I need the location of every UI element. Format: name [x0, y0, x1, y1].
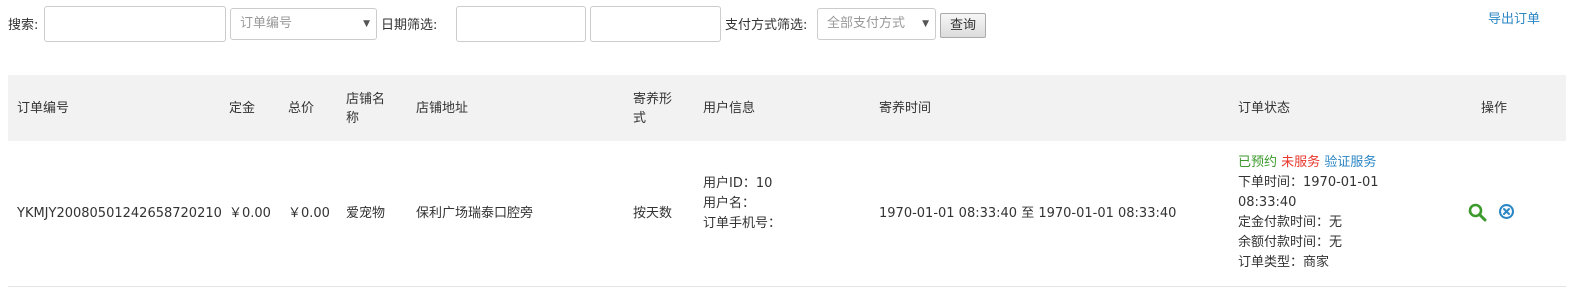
order-time-continued: 08:33:40 [1238, 195, 1297, 210]
deposit-cell: ￥0.00 [229, 206, 271, 221]
order-field-select-value: 订单编号 [240, 16, 293, 31]
query-button[interactable]: 查询 [940, 13, 986, 38]
store-address-cell: 保利广场瑞泰口腔旁 [416, 206, 534, 221]
user-id: 用户ID：10 [703, 176, 773, 191]
header-boarding-time: 寄养时间 [879, 101, 932, 116]
date-start-input[interactable] [456, 6, 586, 42]
status-line: 已预约 未服务 验证服务 [1238, 153, 1376, 173]
status-unserved-badge: 未服务 [1281, 155, 1321, 170]
header-user-info: 用户信息 [703, 101, 756, 116]
table-row: YKMJY20080501242658720210 ￥0.00 ￥0.00 爱宠… [8, 141, 1566, 287]
table-header: 订单编号 定金 总价 店铺名称 店铺地址 寄养形式 用户信息 寄养时间 订单状态… [8, 75, 1566, 141]
user-phone: 订单手机号： [703, 216, 782, 231]
header-store-name: 店铺名称 [346, 92, 386, 126]
order-type: 订单类型：商家 [1238, 255, 1330, 270]
store-name-cell: 爱宠物 [346, 206, 386, 221]
payment-method-select-value: 全部支付方式 [827, 16, 906, 31]
order-no-cell: YKMJY20080501242658720210 [17, 206, 222, 221]
header-order-no: 订单编号 [17, 101, 70, 116]
search-input[interactable] [44, 6, 226, 42]
caret-down-icon: ▼ [363, 19, 370, 29]
balance-pay-time: 余额付款时间：无 [1238, 235, 1343, 250]
export-orders-link[interactable]: 导出订单 [1488, 8, 1540, 27]
boarding-time-cell: 1970-01-01 08:33:40 至 1970-01-01 08:33:4… [879, 206, 1177, 221]
status-reserved-badge: 已预约 [1238, 155, 1278, 170]
payment-method-select[interactable]: 全部支付方式 ▼ [817, 8, 936, 40]
verify-service-link[interactable]: 验证服务 [1324, 155, 1376, 170]
header-store-address: 店铺地址 [416, 101, 469, 116]
header-total: 总价 [288, 101, 315, 116]
close-circle-icon[interactable] [1498, 203, 1515, 224]
date-filter-label: 日期筛选: [381, 18, 438, 33]
search-icon[interactable] [1468, 203, 1487, 226]
header-actions: 操作 [1481, 101, 1508, 116]
total-cell: ￥0.00 [288, 206, 330, 221]
caret-down-icon: ▼ [922, 19, 929, 29]
boarding-type-cell: 按天数 [633, 206, 673, 221]
header-boarding-type: 寄养形式 [633, 92, 673, 126]
header-deposit: 定金 [229, 101, 256, 116]
date-end-input[interactable] [590, 6, 721, 42]
order-time: 下单时间：1970-01-01 [1238, 175, 1379, 190]
order-field-select[interactable]: 订单编号 ▼ [230, 8, 377, 40]
payment-filter-label: 支付方式筛选: [725, 18, 808, 33]
user-name: 用户名： [703, 196, 756, 211]
filter-bar: 搜索: 订单编号 ▼ 日期筛选: 支付方式筛选: 全部支付方式 ▼ 查询 导出订… [0, 0, 1583, 50]
deposit-pay-time: 定金付款时间：无 [1238, 215, 1343, 230]
search-label: 搜索: [8, 18, 39, 33]
header-order-status: 订单状态 [1238, 101, 1291, 116]
